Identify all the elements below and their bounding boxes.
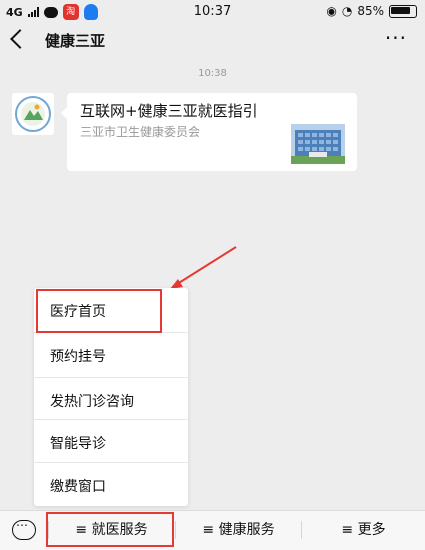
- keyboard-icon[interactable]: [12, 518, 36, 540]
- menu-item-smart-triage[interactable]: 智能导诊: [34, 420, 188, 464]
- annotation-highlight-box: [36, 289, 162, 333]
- menu-item-label: 预约挂号: [50, 349, 106, 365]
- menu-item-fever-clinic[interactable]: 发热门诊咨询: [34, 378, 188, 422]
- menu-item-label: 智能导诊: [50, 436, 106, 452]
- menu-item-appointment[interactable]: 预约挂号: [34, 333, 188, 377]
- menu-item-label: 发热门诊咨询: [50, 394, 134, 410]
- annotation-highlight-box: [46, 512, 174, 547]
- menu-health-service[interactable]: ≡ 健康服务: [176, 511, 301, 549]
- menu-item-payment[interactable]: 缴费窗口: [34, 463, 188, 507]
- menu-more[interactable]: ≡ 更多: [302, 511, 425, 549]
- menu-item-label: 缴费窗口: [50, 479, 106, 495]
